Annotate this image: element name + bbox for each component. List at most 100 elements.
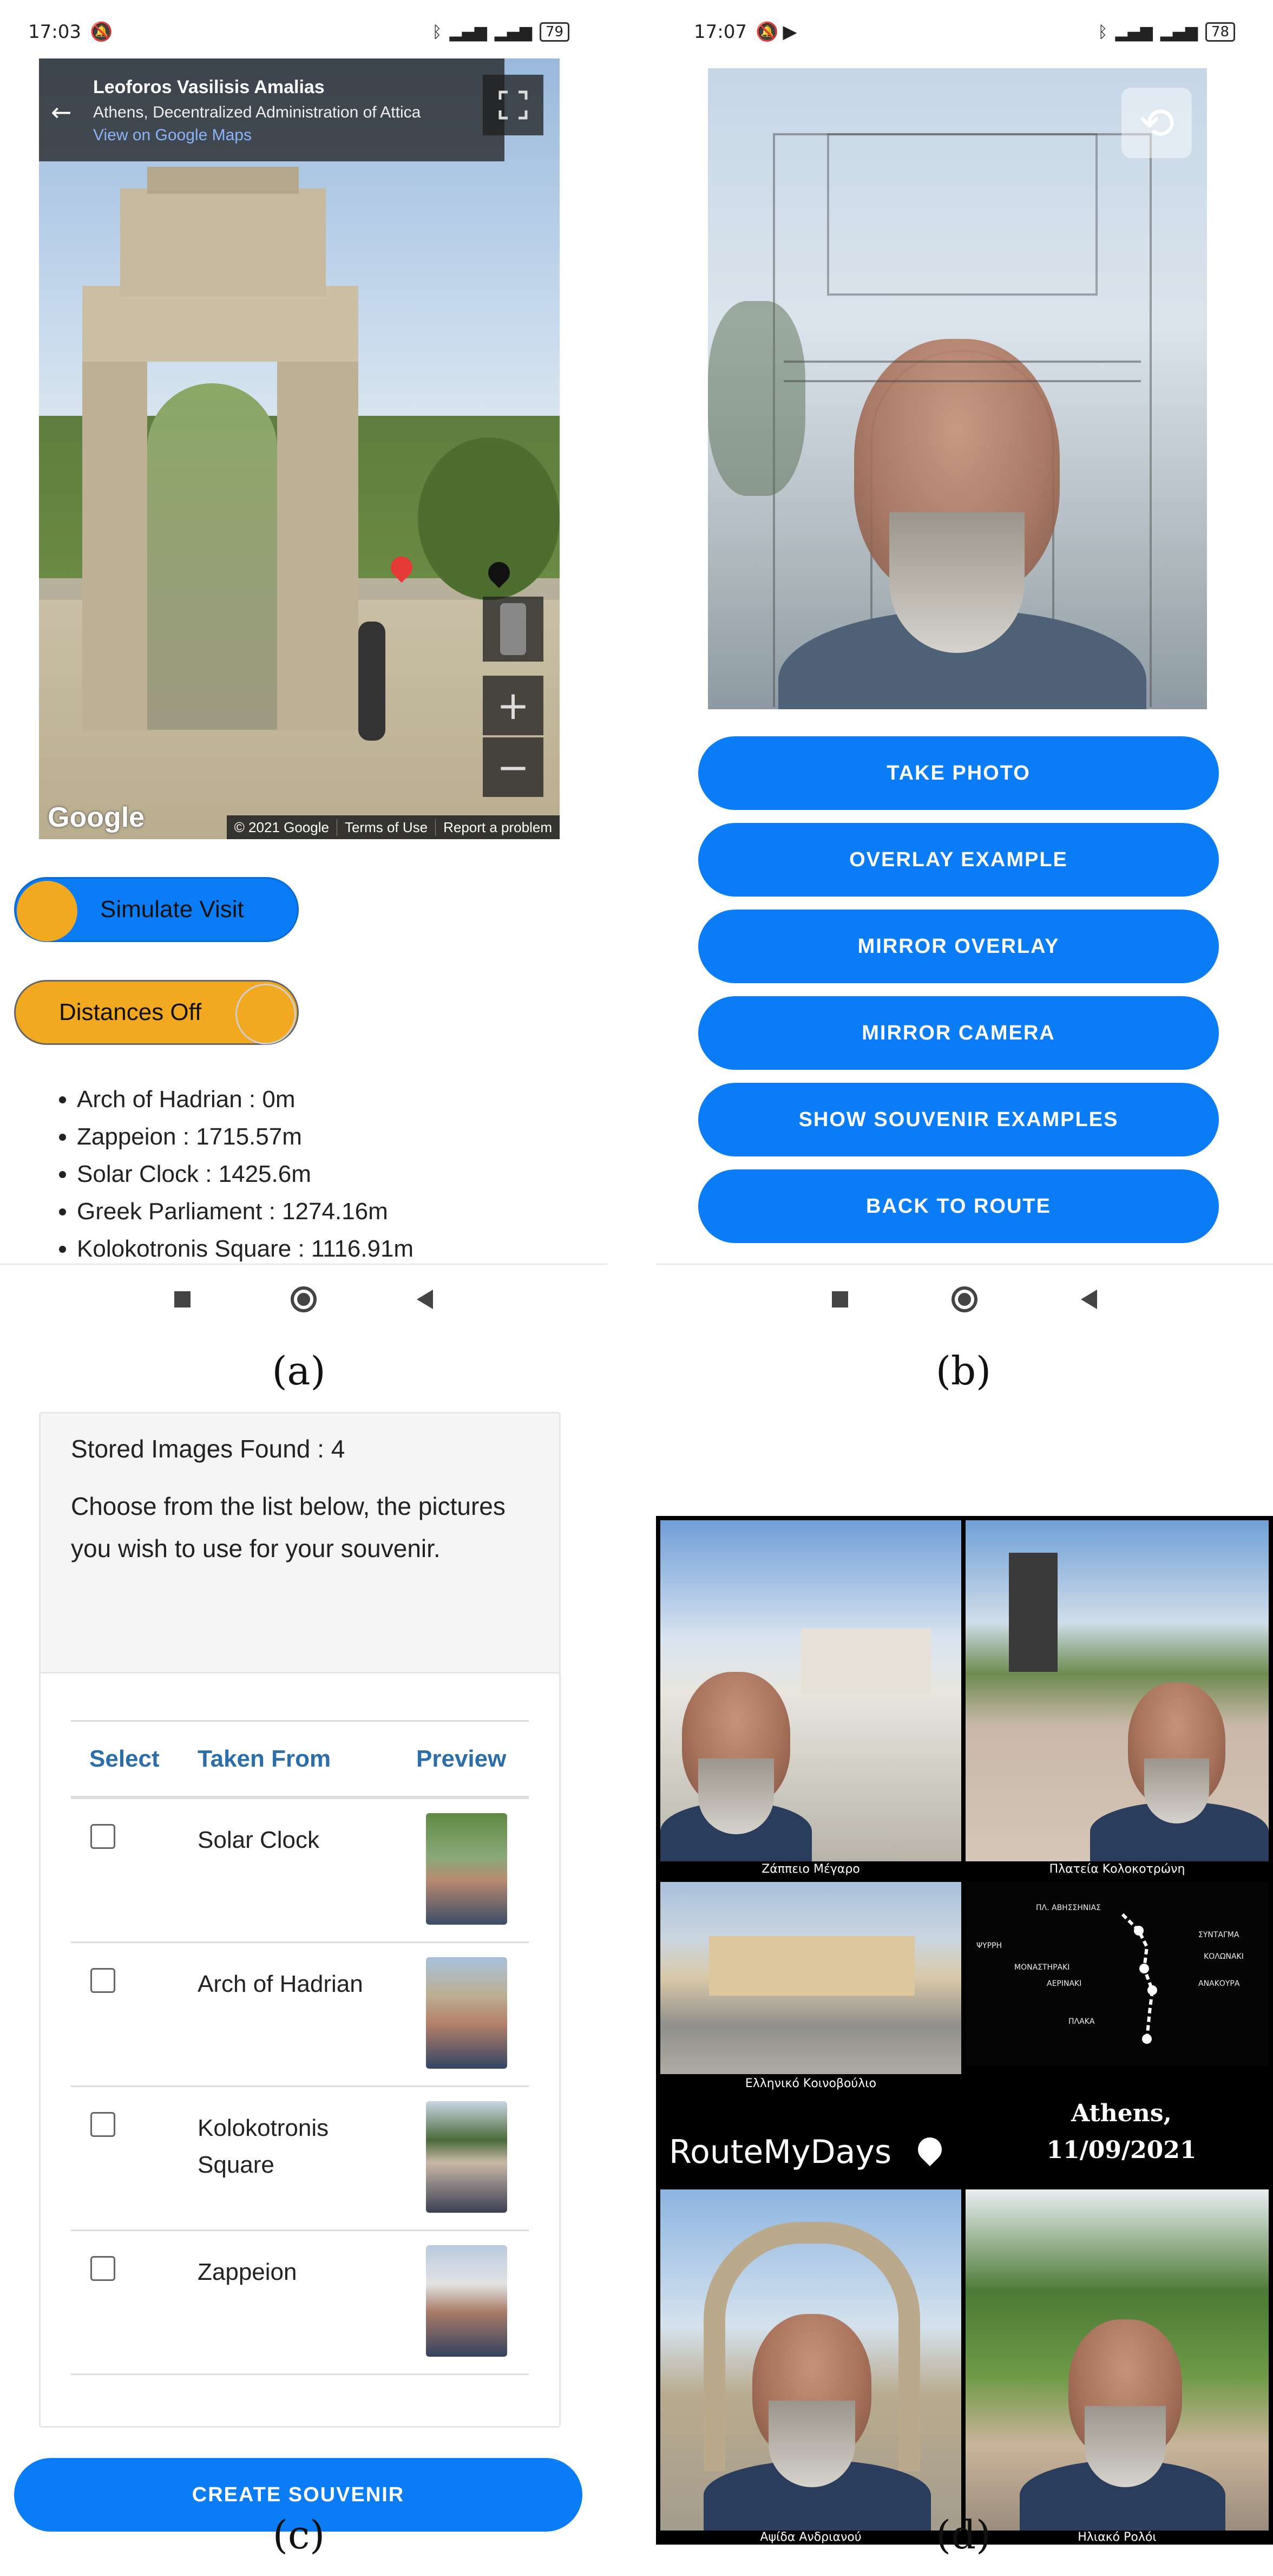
person-beard (889, 512, 1025, 653)
statue (1009, 1553, 1058, 1672)
simulate-visit-label: Simulate Visit (100, 896, 244, 923)
overlay-example-button[interactable]: OVERLAY EXAMPLE (698, 823, 1219, 897)
map-label: ΚΟΛΩΝΑΚΙ (1204, 1952, 1244, 1961)
address-subtitle: Athens, Decentralized Administration of … (93, 103, 421, 121)
select-checkbox[interactable] (90, 1968, 115, 1993)
zoom-out-button[interactable]: − (483, 737, 543, 797)
back-button[interactable] (1080, 1290, 1097, 1309)
home-button[interactable] (290, 1286, 317, 1312)
location-pin-icon (913, 2132, 947, 2167)
row-place: Zappeion (198, 2259, 297, 2285)
route-path (1121, 1913, 1157, 2044)
address-title: Leoforos Vasilisis Amalias (93, 77, 325, 97)
distances-toggle[interactable]: Distances Off (14, 980, 299, 1045)
zoom-in-button[interactable]: + (483, 676, 543, 735)
signal-icon-2: ▂▄▆ (494, 22, 532, 42)
mirror-camera-button[interactable]: MIRROR CAMERA (698, 996, 1219, 1070)
google-logo: Google (48, 802, 145, 833)
status-bar-b: 17:07 🔕 ▶ ᛒ ▂▄▆ ▂▄▆ 78 (694, 8, 1235, 56)
map-label: ΑΝΑΚΟΥΡΑ (1198, 1979, 1240, 1988)
view-on-maps-link[interactable]: View on Google Maps (93, 126, 504, 145)
nav-bar-b (656, 1264, 1273, 1334)
table-row: Kolokotronis Square (71, 2087, 529, 2231)
arch-right-pillar (277, 340, 358, 730)
overlay-lintel (784, 361, 1141, 382)
fullscreen-button[interactable] (483, 75, 543, 135)
battery-indicator: 78 (1205, 22, 1235, 42)
photo-parliament (660, 1882, 961, 2074)
arch-top (147, 167, 299, 194)
table-header: Select Taken From Preview (71, 1720, 529, 1799)
header-taken-from: Taken From (198, 1745, 331, 1772)
camera-preview[interactable]: ⟲ (708, 68, 1207, 709)
pegman-icon (500, 603, 526, 655)
back-to-route-button[interactable]: BACK TO ROUTE (698, 1169, 1219, 1243)
person (358, 622, 385, 741)
pegman-button[interactable] (483, 597, 543, 662)
copyright-text: © 2021 Google (227, 819, 337, 836)
preview-thumbnail (426, 2245, 507, 2357)
building (709, 1936, 915, 1996)
report-link[interactable]: Report a problem (436, 819, 560, 836)
caption-kolokotroni: Πλατεία Κολοκοτρώνη (1049, 1862, 1185, 1876)
map-label: ΜΟΝΑΣΤΗΡΑΚΙ (1014, 1963, 1070, 1972)
list-item: Arch of Hadrian : 0m (77, 1081, 414, 1118)
signal-icon-2: ▂▄▆ (1160, 22, 1198, 42)
distance-list: Arch of Hadrian : 0m Zappeion : 1715.57m… (54, 1081, 414, 1267)
row-place: Solar Clock (198, 1827, 319, 1853)
select-checkbox[interactable] (90, 2112, 115, 2137)
stored-images-card: Stored Images Found : 4 Choose from the … (39, 1412, 561, 2428)
list-item: Greek Parliament : 1274.16m (77, 1193, 414, 1230)
street-view[interactable]: Leoforos Vasilisis Amalias Athens, Decen… (39, 58, 560, 839)
images-found-count: Stored Images Found : 4 (71, 1435, 345, 1463)
instructions-text: Choose from the list below, the pictures… (71, 1492, 506, 1562)
battery-indicator: 79 (539, 22, 569, 42)
city-label: Athens, (1071, 2100, 1172, 2127)
table-row: Zappeion (71, 2231, 529, 2375)
caption-hadrian: Αψίδα Ανδριανού (760, 2531, 862, 2544)
row-place: Kolokotronis Square (198, 2115, 329, 2178)
status-time: 17:07 (694, 21, 747, 43)
preview-thumbnail (426, 2101, 507, 2213)
toggle-knob (17, 881, 77, 942)
map-label: ΑΕΡΙΝΑΚΙ (1047, 1979, 1082, 1988)
preview-thumbnail (426, 1813, 507, 1925)
list-item: Solar Clock : 1425.6m (77, 1155, 414, 1193)
nav-bar-a (0, 1264, 607, 1334)
map-label: ΠΛΑΚΑ (1068, 2017, 1095, 2026)
mirror-overlay-button[interactable]: MIRROR OVERLAY (698, 910, 1219, 983)
map-label: ΠΛ. ΑΒΗΣΣΗΝΙΑΣ (1036, 1904, 1101, 1912)
distances-label: Distances Off (59, 999, 202, 1025)
video-icon: ▶ (783, 21, 797, 43)
select-checkbox[interactable] (90, 1824, 115, 1849)
back-arrow-icon[interactable]: ← (51, 97, 72, 127)
panel-label-c: (c) (272, 2512, 325, 2558)
switch-camera-button[interactable]: ⟲ (1121, 88, 1192, 158)
souvenir-collage: Ζάππειο Μέγαρο Πλατεία Κολοκοτρώνη Ελλην… (656, 1516, 1273, 2545)
photo-zappeion (660, 1520, 961, 1861)
terms-link[interactable]: Terms of Use (337, 819, 436, 836)
header-preview: Preview (416, 1745, 507, 1772)
back-button[interactable] (416, 1290, 433, 1309)
home-button[interactable] (951, 1286, 977, 1312)
signal-icon: ▂▄▆ (1115, 22, 1153, 42)
trees-left (708, 301, 805, 496)
show-souvenir-examples-button[interactable]: SHOW SOUVENIR EXAMPLES (698, 1083, 1219, 1156)
recents-button[interactable] (174, 1291, 191, 1307)
status-bar-a: 17:03 🔕 ᛒ ▂▄▆ ▂▄▆ 79 (28, 8, 569, 56)
list-item: Zappeion : 1715.57m (77, 1118, 414, 1155)
list-item: Kolokotronis Square : 1116.91m (77, 1230, 414, 1267)
toggle-knob (235, 984, 296, 1044)
caption-solar-clock: Ηλιακό Ρολόι (1078, 2531, 1157, 2544)
date-label: 11/09/2021 (1046, 2136, 1197, 2164)
header-select: Select (89, 1745, 160, 1772)
select-checkbox[interactable] (90, 2256, 115, 2281)
recents-button[interactable] (832, 1291, 849, 1307)
overlay-attic (827, 133, 1098, 296)
simulate-visit-toggle[interactable]: Simulate Visit (14, 877, 299, 942)
arch-opening (147, 383, 277, 730)
preview-thumbnail (426, 1957, 507, 2069)
route-map: ΠΛ. ΑΒΗΣΣΗΝΙΑΣ ΨΥΡΡΗ ΜΟΝΑΣΤΗΡΑΚΙ ΑΕΡΙΝΑΚ… (966, 1882, 1269, 2066)
take-photo-button[interactable]: TAKE PHOTO (698, 736, 1219, 810)
brand-name: RouteMyDays (669, 2133, 892, 2171)
